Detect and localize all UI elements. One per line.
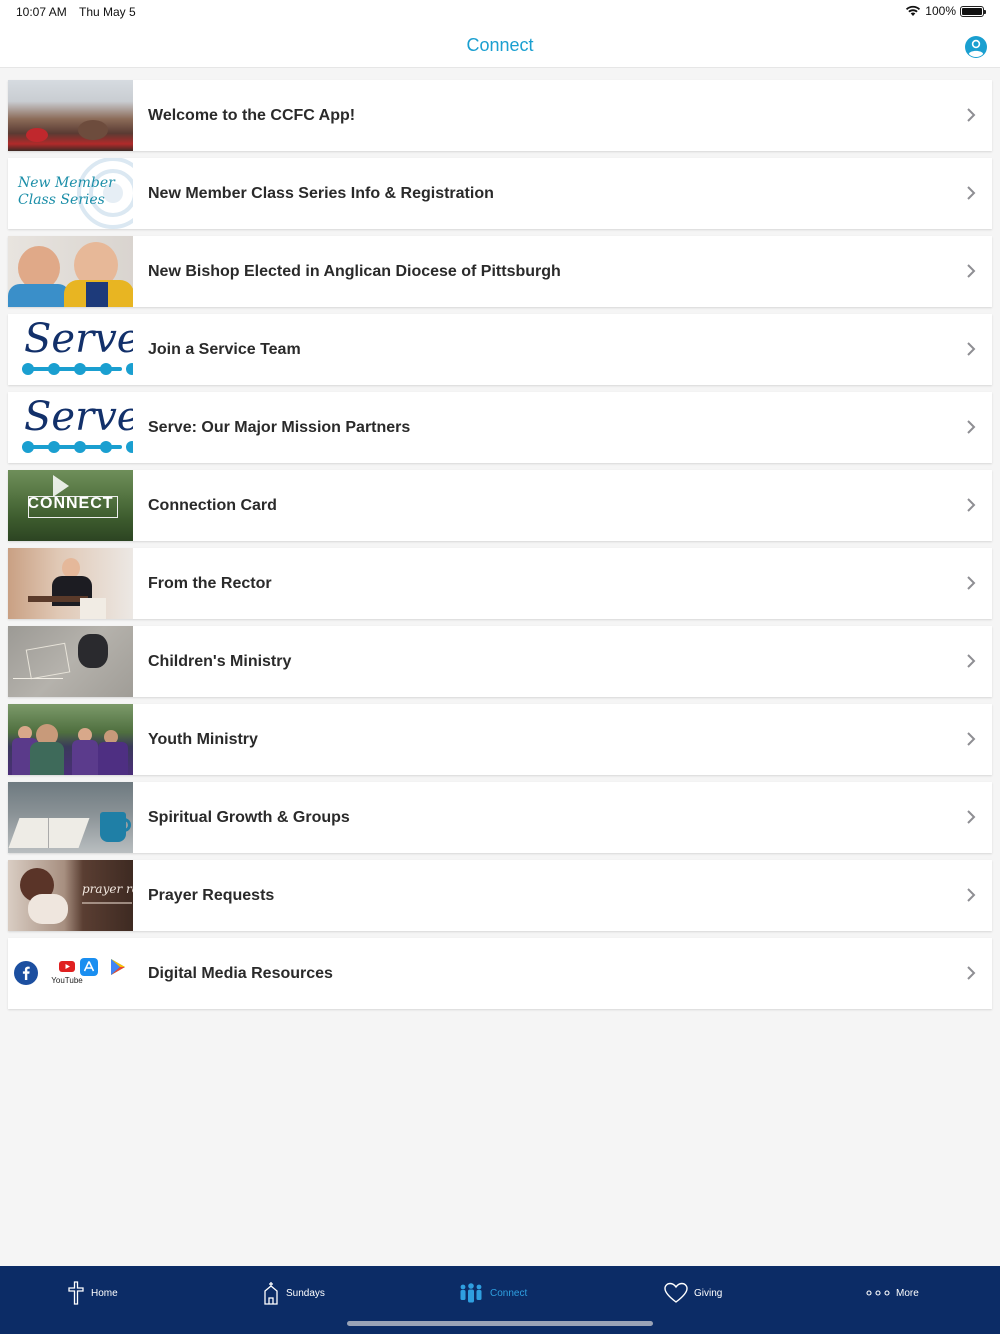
chevron-right-icon [967,654,976,668]
status-time: 10:07 AM [16,5,67,19]
list-item[interactable]: CONNECT Connection Card [8,470,992,541]
chevron-right-icon [967,420,976,434]
chevron-right-icon [967,264,976,278]
list-item-label: Children's Ministry [148,652,292,670]
thumbnail-spiritual [8,782,133,853]
chevron-right-icon [967,342,976,356]
list-item[interactable]: From the Rector [8,548,992,619]
people-icon [460,1283,482,1303]
list-item[interactable]: Welcome to the CCFC App! [8,80,992,151]
chevron-right-icon [967,576,976,590]
more-dots-icon [866,1290,890,1296]
list-item-label: Youth Ministry [148,730,258,748]
person-circle-icon[interactable] [964,35,988,59]
wifi-icon [906,5,921,16]
thumbnail-serve: Serve [8,314,133,385]
thumbnail-bishop [8,236,133,307]
heart-icon [664,1282,688,1303]
list-item-label: Spiritual Growth & Groups [148,808,350,826]
chevron-right-icon [967,732,976,746]
chevron-right-icon [967,810,976,824]
list-item[interactable]: prayer req Prayer Requests [8,860,992,931]
tab-sundays[interactable]: Sundays [262,1280,325,1306]
list-item[interactable]: New Bishop Elected in Anglican Diocese o… [8,236,992,307]
thumbnail-prayer: prayer req [8,860,133,931]
list-item-label: Join a Service Team [148,340,301,358]
page-title: Connect [466,35,534,55]
list-item[interactable]: Children's Ministry [8,626,992,697]
google-play-icon [111,959,125,975]
status-bar: 10:07 AM Thu May 5 100% [0,0,1000,26]
tab-label: Connect [490,1287,528,1299]
tab-label: Home [91,1287,118,1299]
list-item[interactable]: Serve Join a Service Team [8,314,992,385]
connect-list: Welcome to the CCFC App! New Member Clas… [8,80,992,1016]
list-item-label: New Bishop Elected in Anglican Diocese o… [148,262,561,280]
status-right: 100% [905,4,986,18]
tab-label: Sundays [286,1287,325,1299]
chevron-right-icon [967,888,976,902]
thumbnail-congregation [8,80,133,151]
battery-icon [960,5,986,17]
list-item[interactable]: Spiritual Growth & Groups [8,782,992,853]
church-icon [264,1282,278,1305]
list-item-label: Connection Card [148,496,277,514]
list-item[interactable]: New Member Class Series New Member Class… [8,158,992,229]
list-item-label: Prayer Requests [148,886,275,904]
thumbnail-serve: Serve [8,392,133,463]
nav-bar: Connect [0,26,1000,68]
chevron-right-icon [967,186,976,200]
list-item[interactable]: YouTube Digital Media Resources [8,938,992,1009]
thumbnail-youth [8,704,133,775]
list-item[interactable]: Youth Ministry [8,704,992,775]
tab-bar: Home Sundays Connect Giving More [0,1266,1000,1334]
app-store-icon [80,958,98,976]
thumbnail-rector [8,548,133,619]
tab-label: Giving [694,1287,723,1299]
chevron-right-icon [967,498,976,512]
tab-giving[interactable]: Giving [664,1280,722,1306]
thumbnail-children [8,626,133,697]
list-item-label: From the Rector [148,574,272,592]
tab-more[interactable]: More [866,1280,919,1306]
list-item-label: Serve: Our Major Mission Partners [148,418,411,436]
thumb-text: prayer req [82,882,133,896]
list-item[interactable]: Serve Serve: Our Major Mission Partners [8,392,992,463]
home-indicator [347,1321,653,1326]
list-item-label: Welcome to the CCFC App! [148,106,356,124]
battery-percent: 100% [925,4,956,18]
facebook-icon [14,961,38,985]
thumb-text: New Member [18,175,115,191]
tab-home[interactable]: Home [67,1280,118,1306]
thumbnail-new-member: New Member Class Series [8,158,133,229]
thumb-text: Serve [24,394,133,440]
thumb-text: Serve [24,316,133,362]
list-item-label: Digital Media Resources [148,964,333,982]
cross-icon [68,1281,84,1305]
thumb-text: Class Series [18,192,105,208]
thumb-text: CONNECT [27,495,114,512]
list-item-label: New Member Class Series Info & Registrat… [148,184,494,202]
thumbnail-connect: CONNECT [8,470,133,541]
tab-label: More [896,1287,919,1299]
thumbnail-digital-media: YouTube [8,938,133,1009]
chevron-right-icon [967,966,976,980]
tab-connect[interactable]: Connect [458,1280,527,1306]
chevron-right-icon [967,108,976,122]
status-date: Thu May 5 [79,5,136,19]
